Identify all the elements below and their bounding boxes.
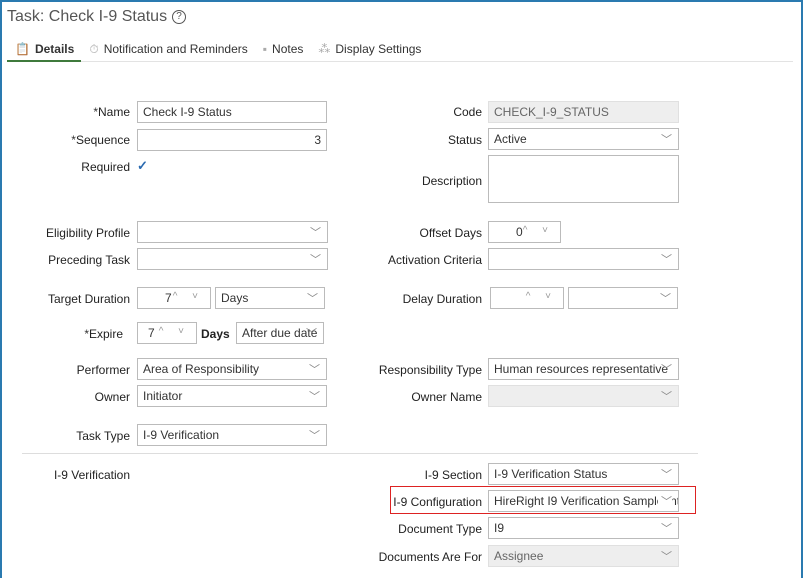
- preceding-select[interactable]: ﹀: [137, 248, 328, 270]
- spinner-icon[interactable]: ^ ˅: [173, 291, 204, 302]
- responsibility-type-label: Responsibility Type: [378, 363, 482, 377]
- documents-for-select: Assignee ﹀: [488, 545, 679, 567]
- status-label: Status: [447, 133, 482, 147]
- required-label: Required: [81, 160, 130, 174]
- eligibility-select[interactable]: ﹀: [137, 221, 328, 243]
- delay-unit-select[interactable]: ﹀: [568, 287, 678, 309]
- expire-label: *Expire: [84, 327, 123, 341]
- document-type-select[interactable]: I9 ﹀: [488, 517, 679, 539]
- i9-configuration-label: I-9 Configuration: [393, 495, 482, 509]
- tab-display-settings[interactable]: ⁂ Display Settings: [310, 40, 428, 62]
- name-label: *Name: [93, 105, 130, 119]
- chevron-down-icon: ﹀: [658, 493, 672, 509]
- documents-for-label: Documents Are For: [378, 550, 482, 564]
- offset-days-label: Offset Days: [419, 226, 482, 240]
- chevron-down-icon: ﹀: [661, 364, 672, 376]
- owner-name-label: Owner Name: [411, 390, 482, 404]
- eligibility-label: Eligibility Profile: [45, 226, 130, 240]
- owner-select[interactable]: Initiator ﹀: [137, 385, 327, 407]
- required-checkbox[interactable]: ✓: [137, 158, 148, 174]
- chevron-down-icon: ﹀: [306, 328, 317, 340]
- chevron-down-icon: ﹀: [310, 254, 321, 266]
- i9-section-label: I-9 Section: [424, 468, 482, 482]
- timer-icon: ⏱: [89, 42, 99, 56]
- i9-section-select[interactable]: I-9 Verification Status ﹀: [488, 463, 679, 485]
- spinner-icon[interactable]: ^ ˅: [159, 326, 190, 337]
- page-title: Task: Check I-9 Status?: [7, 8, 187, 26]
- owner-label: Owner: [94, 390, 130, 404]
- tab-notifications[interactable]: ⏱ Notification and Reminders: [81, 40, 254, 62]
- description-label: Description: [421, 174, 482, 188]
- chevron-down-icon: ﹀: [309, 430, 320, 442]
- help-icon[interactable]: ?: [172, 10, 187, 24]
- performer-select[interactable]: Area of Responsibility ﹀: [137, 358, 327, 380]
- delay-duration-input[interactable]: ^ ˅: [490, 287, 564, 309]
- chevron-down-icon: ﹀: [310, 227, 321, 239]
- chevron-down-icon: ﹀: [661, 254, 672, 266]
- chevron-down-icon: ﹀: [661, 134, 672, 146]
- task-type-label: Task Type: [76, 429, 130, 443]
- sequence-input[interactable]: 3: [137, 129, 327, 151]
- target-unit-select[interactable]: Days ﹀: [215, 287, 325, 309]
- chevron-down-icon: ﹀: [661, 469, 672, 481]
- status-select[interactable]: Active ﹀: [488, 128, 679, 150]
- description-textarea[interactable]: [488, 155, 679, 203]
- display-settings-icon: ⁂: [318, 42, 331, 56]
- chevron-down-icon: ﹀: [307, 293, 318, 305]
- chevron-down-icon: ﹀: [660, 293, 671, 305]
- responsibility-type-select[interactable]: Human resources representative ﹀: [488, 358, 679, 380]
- activation-select[interactable]: ﹀: [488, 248, 679, 270]
- spinner-icon[interactable]: ^ ˅: [523, 225, 554, 236]
- target-duration-label: Target Duration: [47, 292, 130, 306]
- document-type-label: Document Type: [398, 522, 482, 536]
- activation-label: Activation Criteria: [387, 253, 482, 267]
- clipboard-icon: 📋: [15, 42, 30, 56]
- name-input[interactable]: Check I-9 Status: [137, 101, 327, 123]
- chevron-down-icon: ﹀: [661, 391, 672, 403]
- expire-input[interactable]: 7 ^ ˅: [137, 322, 197, 344]
- performer-label: Performer: [76, 363, 130, 377]
- note-icon: ▪: [262, 42, 268, 56]
- preceding-label: Preceding Task: [48, 253, 130, 267]
- code-input: CHECK_I-9_STATUS: [488, 101, 679, 123]
- owner-name-select: ﹀: [488, 385, 679, 407]
- chevron-down-icon: ﹀: [661, 551, 672, 563]
- task-type-select[interactable]: I-9 Verification ﹀: [137, 424, 327, 446]
- expire-when-select[interactable]: After due date ﹀: [236, 322, 324, 344]
- expire-days-label: Days: [201, 327, 230, 341]
- section-title: I-9 Verification: [53, 468, 130, 482]
- spinner-icon[interactable]: ^ ˅: [526, 291, 557, 302]
- chevron-down-icon: ﹀: [661, 523, 672, 535]
- section-divider: [22, 453, 698, 454]
- code-label: Code: [453, 105, 482, 119]
- tab-notes[interactable]: ▪ Notes: [255, 40, 311, 62]
- chevron-down-icon: ﹀: [309, 391, 320, 403]
- offset-days-input[interactable]: 0 ^ ˅: [488, 221, 561, 243]
- tab-bar: 📋 Details ⏱ Notification and Reminders ▪ No…: [7, 40, 793, 62]
- i9-configuration-select[interactable]: HireRight I9 Verification Sample Integra…: [488, 490, 679, 512]
- delay-duration-label: Delay Duration: [402, 292, 482, 306]
- sequence-label: *Sequence: [71, 133, 130, 147]
- target-duration-input[interactable]: 7 ^ ˅: [137, 287, 211, 309]
- tab-details[interactable]: 📋 Details: [7, 40, 82, 62]
- chevron-down-icon: ﹀: [309, 364, 320, 376]
